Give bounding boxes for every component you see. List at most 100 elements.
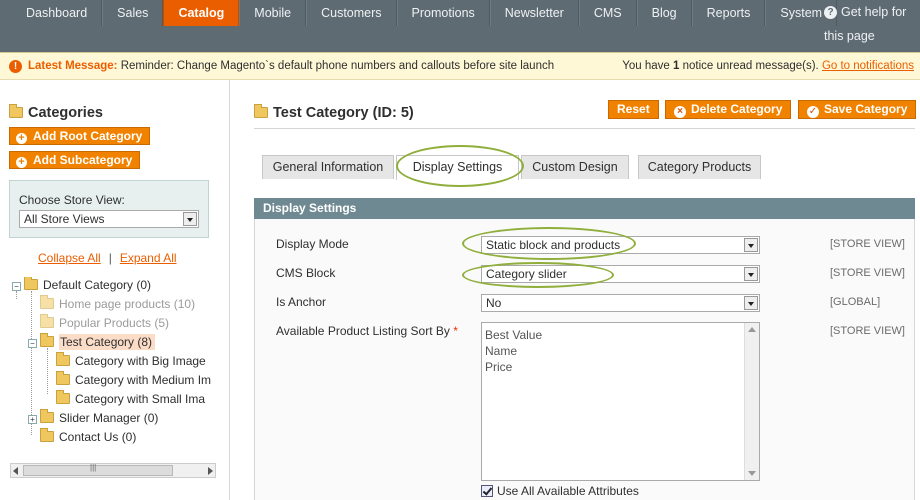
nav-mobile[interactable]: Mobile bbox=[239, 0, 307, 26]
sort-option-name[interactable]: Name bbox=[482, 343, 759, 359]
notice-bar: ! Latest Message: Reminder: Change Magen… bbox=[0, 52, 920, 80]
tree-controls-separator: | bbox=[108, 251, 112, 265]
sort-option-price[interactable]: Price bbox=[482, 359, 759, 375]
plus-icon: + bbox=[16, 157, 27, 168]
nav-promotions[interactable]: Promotions bbox=[396, 0, 490, 26]
folder-icon bbox=[56, 352, 70, 366]
folder-icon bbox=[254, 104, 268, 118]
use-all-attributes-row: Use All Available Attributes bbox=[481, 484, 639, 498]
nav-newsletter[interactable]: Newsletter bbox=[489, 0, 579, 26]
main-content: Test Category (ID: 5) Reset × Delete Cate… bbox=[230, 80, 920, 500]
go-to-notifications-link[interactable]: Go to notifications bbox=[822, 60, 914, 72]
collapse-toggle-icon[interactable]: − bbox=[12, 282, 21, 291]
tree-node-contact-us[interactable]: Contact Us (0) bbox=[40, 428, 136, 446]
nav-sales[interactable]: Sales bbox=[102, 0, 164, 26]
delete-icon: × bbox=[674, 106, 686, 118]
nav-customers[interactable]: Customers bbox=[306, 0, 397, 26]
tree-controls: Collapse All | Expand All bbox=[38, 251, 177, 265]
display-mode-scope: [STORE VIEW] bbox=[830, 238, 905, 250]
tree-node-default-category[interactable]: − Default Category (0) bbox=[12, 277, 151, 294]
folder-icon bbox=[56, 390, 70, 404]
display-mode-label: Display Mode bbox=[276, 237, 349, 251]
sort-option-best-value[interactable]: Best Value bbox=[482, 327, 759, 343]
display-mode-select[interactable]: Static block and products bbox=[481, 236, 760, 254]
tree-node-test-category[interactable]: − Test Category (8) bbox=[28, 333, 156, 351]
cms-block-select[interactable]: Category slider bbox=[481, 265, 760, 283]
scroll-down-icon[interactable] bbox=[748, 471, 756, 476]
is-anchor-select[interactable]: No bbox=[481, 294, 760, 312]
nav-blog[interactable]: Blog bbox=[636, 0, 692, 26]
tree-node-popular-products[interactable]: Popular Products (5) bbox=[40, 314, 169, 332]
expand-toggle-icon[interactable]: + bbox=[28, 415, 37, 424]
is-anchor-label: Is Anchor bbox=[276, 295, 327, 309]
save-label: Save Category bbox=[824, 102, 908, 116]
tree-node-category-small-image[interactable]: Category with Small Ima bbox=[56, 390, 205, 408]
add-subcategory-button[interactable]: + Add Subcategory bbox=[9, 151, 141, 169]
category-tree: − Default Category (0) Home page products… bbox=[10, 277, 215, 459]
title-divider bbox=[254, 128, 915, 129]
tree-horizontal-scrollbar[interactable] bbox=[10, 463, 216, 478]
delete-category-button[interactable]: × Delete Category bbox=[665, 100, 792, 119]
cms-block-value: Category slider bbox=[486, 267, 567, 281]
is-anchor-value: No bbox=[486, 296, 502, 310]
nav-catalog[interactable]: Catalog bbox=[163, 0, 240, 26]
nav-cms[interactable]: CMS bbox=[578, 0, 637, 26]
latest-message-text: Reminder: Change Magento`s default phone… bbox=[120, 60, 555, 72]
collapse-all-link[interactable]: Collapse All bbox=[38, 251, 101, 265]
add-sub-label: Add Subcategory bbox=[33, 153, 133, 167]
sidebar-title: Categories bbox=[9, 104, 103, 121]
tab-custom-design[interactable]: Custom Design bbox=[521, 155, 629, 179]
sort-by-multiselect[interactable]: Best Value Name Price bbox=[481, 322, 760, 481]
tab-display-settings[interactable]: Display Settings bbox=[396, 155, 519, 180]
scroll-left-icon[interactable] bbox=[13, 467, 18, 475]
scroll-right-icon[interactable] bbox=[208, 467, 213, 475]
collapse-toggle-icon[interactable]: − bbox=[28, 339, 37, 348]
check-icon: ✓ bbox=[807, 106, 819, 118]
is-anchor-scope: [GLOBAL] bbox=[830, 296, 881, 308]
help-icon: ? bbox=[824, 6, 837, 19]
help-link[interactable]: ? Get help for this page bbox=[824, 0, 920, 48]
sort-by-label: Available Product Listing Sort By * bbox=[276, 324, 458, 338]
display-settings-fieldset: Display Mode Static block and products [… bbox=[254, 219, 915, 500]
notice-suffix: notice unread message(s). bbox=[682, 60, 819, 72]
cms-block-scope: [STORE VIEW] bbox=[830, 267, 905, 279]
store-view-select[interactable]: All Store Views bbox=[19, 210, 199, 228]
add-root-category-button[interactable]: + Add Root Category bbox=[9, 127, 151, 145]
save-category-button[interactable]: ✓ Save Category bbox=[798, 100, 917, 119]
folder-icon bbox=[9, 104, 23, 118]
page-title-text: Test Category (ID: 5) bbox=[273, 105, 414, 121]
tab-category-products[interactable]: Category Products bbox=[638, 155, 761, 179]
cms-block-label: CMS Block bbox=[276, 266, 336, 280]
page-title: Test Category (ID: 5) bbox=[254, 104, 414, 121]
use-all-attributes-label: Use All Available Attributes bbox=[497, 484, 639, 498]
scroll-up-icon[interactable] bbox=[748, 327, 756, 332]
scroll-thumb[interactable] bbox=[23, 463, 173, 476]
chevron-down-icon bbox=[744, 296, 758, 310]
folder-icon bbox=[40, 314, 54, 328]
help-line2: this page bbox=[824, 29, 875, 43]
nav-dashboard[interactable]: Dashboard bbox=[0, 0, 103, 26]
plus-icon: + bbox=[16, 133, 27, 144]
tree-node-home-page-products[interactable]: Home page products (10) bbox=[40, 295, 195, 313]
warning-icon: ! bbox=[9, 60, 22, 73]
expand-all-link[interactable]: Expand All bbox=[120, 251, 177, 265]
required-mark: * bbox=[453, 324, 458, 338]
nav-reports[interactable]: Reports bbox=[691, 0, 766, 26]
multiselect-scrollbar[interactable] bbox=[744, 323, 759, 480]
tree-node-slider-manager[interactable]: + Slider Manager (0) bbox=[28, 409, 158, 427]
categories-sidebar: Categories + Add Root Category + Add Subca… bbox=[0, 80, 226, 500]
notice-prefix: You have bbox=[622, 60, 670, 72]
add-root-label: Add Root Category bbox=[33, 129, 143, 143]
tree-node-category-medium-image[interactable]: Category with Medium Im bbox=[56, 371, 211, 389]
use-all-attributes-checkbox[interactable] bbox=[481, 485, 493, 497]
tree-node-category-big-image[interactable]: Category with Big Image bbox=[56, 352, 206, 370]
folder-icon bbox=[56, 371, 70, 385]
notice-count-value: 1 bbox=[672, 60, 680, 72]
latest-message: Latest Message: Reminder: Change Magento… bbox=[28, 53, 554, 80]
latest-message-label: Latest Message: bbox=[28, 60, 118, 72]
tab-general-information[interactable]: General Information bbox=[262, 155, 394, 179]
store-view-label: Choose Store View: bbox=[19, 193, 125, 207]
folder-icon bbox=[24, 277, 38, 290]
reset-button[interactable]: Reset bbox=[608, 100, 659, 119]
chevron-down-icon bbox=[183, 212, 197, 226]
